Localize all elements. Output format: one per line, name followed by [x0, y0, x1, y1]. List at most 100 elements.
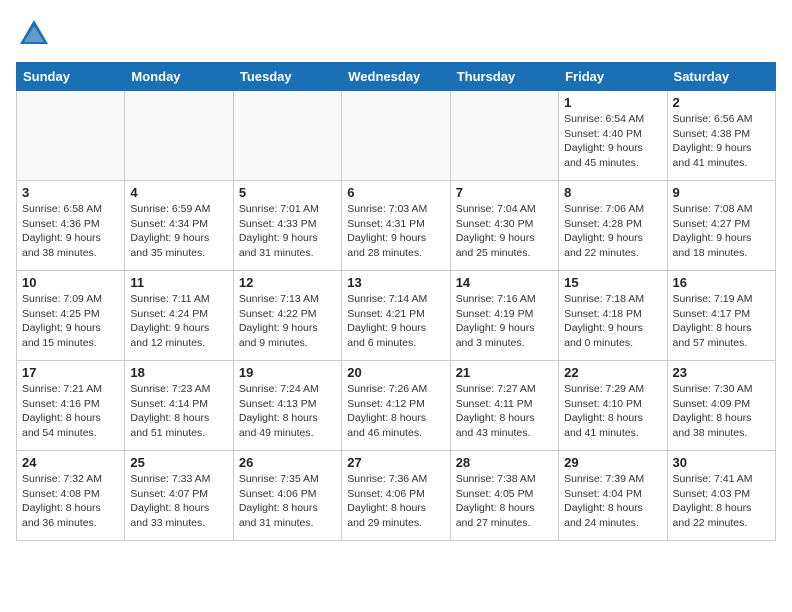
calendar-cell: 1Sunrise: 6:54 AM Sunset: 4:40 PM Daylig… — [559, 91, 667, 181]
calendar-cell: 15Sunrise: 7:18 AM Sunset: 4:18 PM Dayli… — [559, 271, 667, 361]
calendar-cell: 18 Sunrise: 7:23 AM Sunset: 4:14 PM Dayli… — [125, 361, 233, 451]
weekday-header-thursday: Thursday — [450, 63, 558, 91]
calendar-cell: 13 Sunrise: 7:14 AM Sunset: 4:21 PM Dayli… — [342, 271, 450, 361]
calendar-cell: 12Sunrise: 7:13 AM Sunset: 4:22 PM Dayli… — [233, 271, 341, 361]
day-info: Sunrise: 7:24 AM Sunset: 4:13 PM Dayligh… — [239, 382, 336, 441]
week-row-4: 17 Sunrise: 7:21 AM Sunset: 4:16 PM Dayli… — [17, 361, 776, 451]
day-info: Sunrise: 7:23 AM Sunset: 4:14 PM Dayligh… — [130, 382, 227, 441]
day-number: 15 — [564, 275, 661, 290]
day-info: Sunrise: 7:27 AM Sunset: 4:11 PM Dayligh… — [456, 382, 553, 441]
calendar-cell: 5Sunrise: 7:01 AM Sunset: 4:33 PM Daylig… — [233, 181, 341, 271]
day-number: 17 — [22, 365, 119, 380]
day-number: 2 — [673, 95, 770, 110]
day-info: Sunrise: 7:36 AM Sunset: 4:06 PM Dayligh… — [347, 472, 444, 531]
calendar-cell: 28Sunrise: 7:38 AM Sunset: 4:05 PM Dayli… — [450, 451, 558, 541]
weekday-header-saturday: Saturday — [667, 63, 775, 91]
day-number: 21 — [456, 365, 553, 380]
day-number: 13 — [347, 275, 444, 290]
calendar-cell: 26Sunrise: 7:35 AM Sunset: 4:06 PM Dayli… — [233, 451, 341, 541]
calendar-cell: 24 Sunrise: 7:32 AM Sunset: 4:08 PM Dayli… — [17, 451, 125, 541]
day-info: Sunrise: 7:11 AM Sunset: 4:24 PM Dayligh… — [130, 292, 227, 351]
day-number: 4 — [130, 185, 227, 200]
day-info: Sunrise: 6:58 AM Sunset: 4:36 PM Dayligh… — [22, 202, 119, 261]
day-number: 25 — [130, 455, 227, 470]
day-info: Sunrise: 7:21 AM Sunset: 4:16 PM Dayligh… — [22, 382, 119, 441]
day-number: 24 — [22, 455, 119, 470]
calendar-cell — [17, 91, 125, 181]
calendar-cell: 7 Sunrise: 7:04 AM Sunset: 4:30 PM Daylig… — [450, 181, 558, 271]
day-info: Sunrise: 6:59 AM Sunset: 4:34 PM Dayligh… — [130, 202, 227, 261]
day-number: 1 — [564, 95, 661, 110]
weekday-header-sunday: Sunday — [17, 63, 125, 91]
calendar-cell: 17 Sunrise: 7:21 AM Sunset: 4:16 PM Dayli… — [17, 361, 125, 451]
week-row-2: 3Sunrise: 6:58 AM Sunset: 4:36 PM Daylig… — [17, 181, 776, 271]
calendar-cell: 16 Sunrise: 7:19 AM Sunset: 4:17 PM Dayli… — [667, 271, 775, 361]
day-number: 18 — [130, 365, 227, 380]
calendar-cell: 8 Sunrise: 7:06 AM Sunset: 4:28 PM Daylig… — [559, 181, 667, 271]
logo — [16, 16, 56, 52]
day-number: 16 — [673, 275, 770, 290]
week-row-1: 1Sunrise: 6:54 AM Sunset: 4:40 PM Daylig… — [17, 91, 776, 181]
day-info: Sunrise: 7:14 AM Sunset: 4:21 PM Dayligh… — [347, 292, 444, 351]
day-number: 11 — [130, 275, 227, 290]
day-number: 23 — [673, 365, 770, 380]
day-number: 20 — [347, 365, 444, 380]
calendar-cell: 3Sunrise: 6:58 AM Sunset: 4:36 PM Daylig… — [17, 181, 125, 271]
calendar-cell: 22 Sunrise: 7:29 AM Sunset: 4:10 PM Dayli… — [559, 361, 667, 451]
day-number: 6 — [347, 185, 444, 200]
day-info: Sunrise: 7:29 AM Sunset: 4:10 PM Dayligh… — [564, 382, 661, 441]
day-info: Sunrise: 7:09 AM Sunset: 4:25 PM Dayligh… — [22, 292, 119, 351]
day-info: Sunrise: 6:56 AM Sunset: 4:38 PM Dayligh… — [673, 112, 770, 171]
day-number: 29 — [564, 455, 661, 470]
calendar-cell — [450, 91, 558, 181]
day-number: 12 — [239, 275, 336, 290]
day-number: 14 — [456, 275, 553, 290]
calendar-cell: 25 Sunrise: 7:33 AM Sunset: 4:07 PM Dayli… — [125, 451, 233, 541]
day-number: 10 — [22, 275, 119, 290]
weekday-header-wednesday: Wednesday — [342, 63, 450, 91]
day-info: Sunrise: 7:03 AM Sunset: 4:31 PM Dayligh… — [347, 202, 444, 261]
logo-icon — [16, 16, 52, 52]
day-number: 8 — [564, 185, 661, 200]
day-info: Sunrise: 7:32 AM Sunset: 4:08 PM Dayligh… — [22, 472, 119, 531]
day-number: 27 — [347, 455, 444, 470]
calendar-cell: 27 Sunrise: 7:36 AM Sunset: 4:06 PM Dayli… — [342, 451, 450, 541]
calendar-cell: 23Sunrise: 7:30 AM Sunset: 4:09 PM Dayli… — [667, 361, 775, 451]
day-info: Sunrise: 7:06 AM Sunset: 4:28 PM Dayligh… — [564, 202, 661, 261]
calendar-cell: 19 Sunrise: 7:24 AM Sunset: 4:13 PM Dayli… — [233, 361, 341, 451]
weekday-header-monday: Monday — [125, 63, 233, 91]
calendar-cell — [233, 91, 341, 181]
day-number: 22 — [564, 365, 661, 380]
week-row-5: 24 Sunrise: 7:32 AM Sunset: 4:08 PM Dayli… — [17, 451, 776, 541]
calendar-cell: 20 Sunrise: 7:26 AM Sunset: 4:12 PM Dayli… — [342, 361, 450, 451]
calendar-cell: 14 Sunrise: 7:16 AM Sunset: 4:19 PM Dayli… — [450, 271, 558, 361]
weekday-header-row: SundayMondayTuesdayWednesdayThursdayFrid… — [17, 63, 776, 91]
weekday-header-tuesday: Tuesday — [233, 63, 341, 91]
calendar-cell: 2 Sunrise: 6:56 AM Sunset: 4:38 PM Daylig… — [667, 91, 775, 181]
calendar-cell — [125, 91, 233, 181]
day-info: Sunrise: 7:33 AM Sunset: 4:07 PM Dayligh… — [130, 472, 227, 531]
calendar-cell: 30 Sunrise: 7:41 AM Sunset: 4:03 PM Dayli… — [667, 451, 775, 541]
calendar-cell: 29 Sunrise: 7:39 AM Sunset: 4:04 PM Dayli… — [559, 451, 667, 541]
week-row-3: 10 Sunrise: 7:09 AM Sunset: 4:25 PM Dayli… — [17, 271, 776, 361]
day-info: Sunrise: 7:26 AM Sunset: 4:12 PM Dayligh… — [347, 382, 444, 441]
day-info: Sunrise: 7:35 AM Sunset: 4:06 PM Dayligh… — [239, 472, 336, 531]
day-info: Sunrise: 7:39 AM Sunset: 4:04 PM Dayligh… — [564, 472, 661, 531]
calendar-cell: 21 Sunrise: 7:27 AM Sunset: 4:11 PM Dayli… — [450, 361, 558, 451]
day-number: 30 — [673, 455, 770, 470]
day-info: Sunrise: 7:04 AM Sunset: 4:30 PM Dayligh… — [456, 202, 553, 261]
header — [16, 16, 776, 52]
day-info: Sunrise: 7:19 AM Sunset: 4:17 PM Dayligh… — [673, 292, 770, 351]
day-info: Sunrise: 7:16 AM Sunset: 4:19 PM Dayligh… — [456, 292, 553, 351]
calendar-cell — [342, 91, 450, 181]
day-number: 5 — [239, 185, 336, 200]
day-info: Sunrise: 7:08 AM Sunset: 4:27 PM Dayligh… — [673, 202, 770, 261]
day-number: 28 — [456, 455, 553, 470]
day-number: 9 — [673, 185, 770, 200]
day-number: 7 — [456, 185, 553, 200]
weekday-header-friday: Friday — [559, 63, 667, 91]
day-info: Sunrise: 7:41 AM Sunset: 4:03 PM Dayligh… — [673, 472, 770, 531]
calendar-cell: 10 Sunrise: 7:09 AM Sunset: 4:25 PM Dayli… — [17, 271, 125, 361]
calendar: SundayMondayTuesdayWednesdayThursdayFrid… — [16, 62, 776, 541]
day-number: 19 — [239, 365, 336, 380]
